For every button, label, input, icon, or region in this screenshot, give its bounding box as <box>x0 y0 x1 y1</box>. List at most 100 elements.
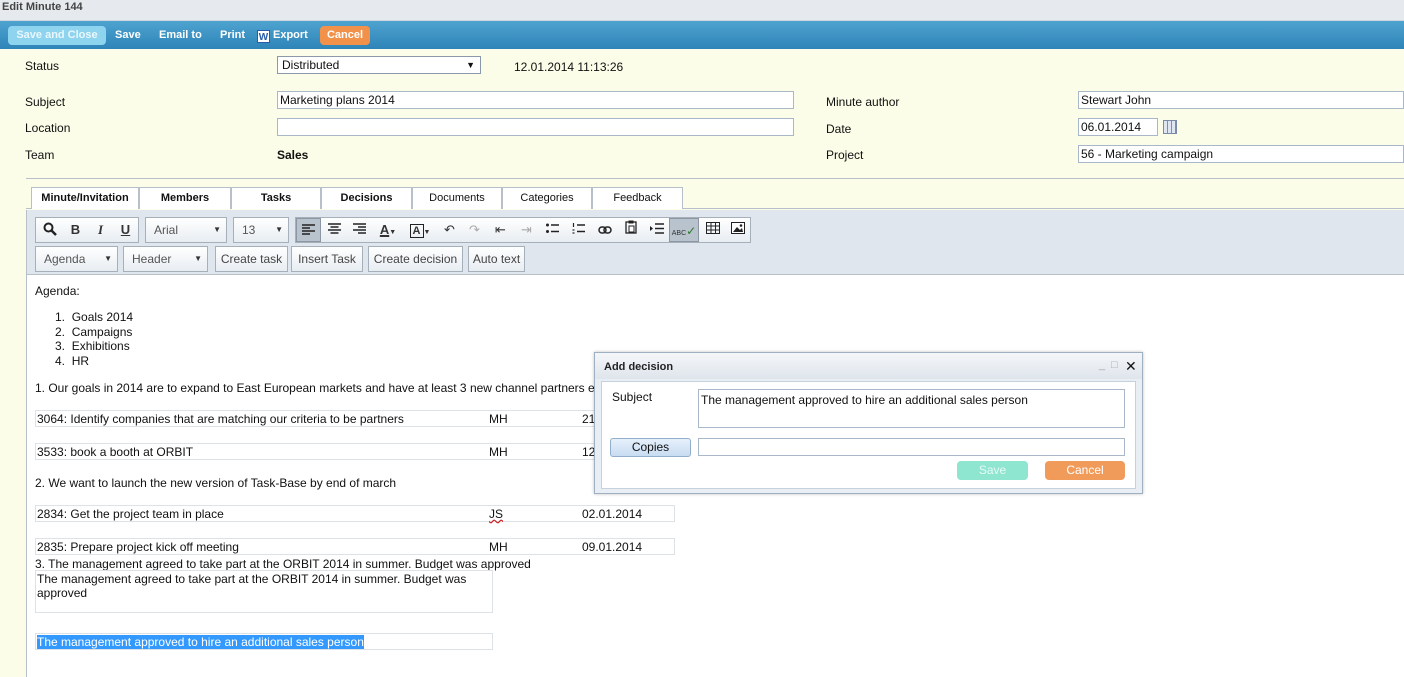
print-button[interactable]: Print <box>220 26 245 45</box>
tab-bar: Minute/Invitation Members Tasks Decision… <box>26 187 1404 209</box>
task-owner: MH <box>489 445 508 459</box>
team-value: Sales <box>277 148 309 162</box>
cancel-button[interactable]: Cancel <box>320 26 370 45</box>
spellcheck-icon[interactable]: ABC✓ <box>669 218 699 242</box>
tab-minute-invitation[interactable]: Minute/Invitation <box>31 187 139 209</box>
status-select[interactable]: Distributed ▼ <box>277 56 481 74</box>
minute-author-label: Minute author <box>826 95 900 109</box>
background-color-glyph: A <box>409 224 424 238</box>
project-field[interactable]: 56 - Marketing campaign <box>1078 145 1404 163</box>
decision-text-line: The management agreed to take part at th… <box>37 572 467 586</box>
bold-icon[interactable]: B <box>63 218 88 242</box>
dialog-header[interactable]: Add decision _ □ ✕ <box>595 353 1142 379</box>
dialog-cancel-button[interactable]: Cancel <box>1045 461 1125 480</box>
chevron-down-icon: ▼ <box>275 225 283 234</box>
tab-categories[interactable]: Categories <box>502 187 592 209</box>
header-dropdown[interactable]: Header ▼ <box>123 246 208 272</box>
agenda-heading: Agenda: <box>35 284 80 298</box>
align-right-icon[interactable] <box>347 218 372 242</box>
insert-task-button[interactable]: Insert Task <box>291 246 363 272</box>
decision-text-line: approved <box>37 586 88 600</box>
task-row[interactable]: 2835: Prepare project kick off meeting M… <box>35 538 675 555</box>
font-family-dropdown[interactable]: Arial ▼ <box>145 217 227 243</box>
dialog-body: Subject The management approved to hire … <box>601 381 1136 489</box>
font-size-dropdown[interactable]: 13 ▼ <box>233 217 289 243</box>
numbered-list-icon[interactable] <box>566 218 591 242</box>
maximize-icon[interactable]: □ <box>1111 359 1118 371</box>
list-item: 4. HR <box>55 354 90 368</box>
image-icon[interactable] <box>725 218 750 242</box>
status-label: Status <box>25 59 60 73</box>
background-color-icon[interactable]: A ▼ <box>406 218 434 242</box>
redo-icon[interactable]: ↷ <box>462 218 487 242</box>
task-date: 09.01.2014 <box>582 540 643 554</box>
location-field[interactable] <box>277 118 794 136</box>
undo-icon[interactable]: ↶ <box>437 218 462 242</box>
list-item: 2. Campaigns <box>55 325 133 339</box>
save-and-close-button[interactable]: Save and Close <box>8 26 106 45</box>
email-to-button[interactable]: Email to <box>159 26 202 45</box>
close-icon[interactable]: ✕ <box>1125 358 1137 375</box>
export-label: Export <box>273 29 308 41</box>
insert-row-icon[interactable] <box>644 218 669 242</box>
window-title: Edit Minute 144 <box>2 1 83 13</box>
decision-box[interactable]: The management approved to hire an addit… <box>35 633 493 650</box>
action-bar: Save and Close Save Email to Print W Expo… <box>0 21 1404 49</box>
list-item: 1. Goals 2014 <box>55 310 134 324</box>
task-row[interactable]: 2834: Get the project team in place JS 0… <box>35 505 675 522</box>
task-date: 02.01.2014 <box>582 507 643 521</box>
align-left-icon[interactable] <box>296 218 321 242</box>
date-field[interactable]: 06.01.2014 <box>1078 118 1158 136</box>
tab-documents[interactable]: Documents <box>412 187 502 209</box>
font-color-icon[interactable]: A▼ <box>374 218 402 242</box>
date-label: Date <box>826 122 852 136</box>
auto-text-button[interactable]: Auto text <box>468 246 525 272</box>
outdent-icon[interactable]: ⇤ <box>488 218 513 242</box>
subject-field[interactable]: Marketing plans 2014 <box>277 91 794 109</box>
underline-icon[interactable]: U <box>113 218 138 242</box>
create-task-button[interactable]: Create task <box>215 246 288 272</box>
search-icon[interactable] <box>37 218 62 242</box>
italic-icon[interactable]: I <box>88 218 113 242</box>
task-text: 2835: Prepare project kick off meeting <box>37 540 239 554</box>
tab-decisions[interactable]: Decisions <box>321 187 412 209</box>
create-decision-button[interactable]: Create decision <box>368 246 463 272</box>
decision-box[interactable]: The management agreed to take part at th… <box>35 570 493 613</box>
chevron-down-icon: ▼ <box>213 225 221 234</box>
dialog-subject-field[interactable]: The management approved to hire an addit… <box>698 389 1125 428</box>
minute-author-field[interactable]: Stewart John <box>1078 91 1404 109</box>
align-center-icon[interactable] <box>322 218 347 242</box>
paste-icon[interactable] <box>618 218 643 242</box>
chevron-down-icon: ▼ <box>104 254 112 263</box>
copies-button[interactable]: Copies <box>610 438 691 457</box>
spellcheck-glyph: ABC <box>671 230 687 237</box>
form-divider <box>26 178 1404 179</box>
word-icon: W <box>257 30 270 43</box>
subject-label: Subject <box>25 95 66 109</box>
paragraph-group: A▼ A ▼ ↶ ↷ ⇤ ⇥ ABC✓ <box>295 217 751 243</box>
task-owner: MH <box>489 412 508 426</box>
bullet-list-icon[interactable] <box>540 218 565 242</box>
font-size-value: 13 <box>242 223 256 237</box>
chevron-down-icon: ▼ <box>466 60 475 70</box>
minimize-icon[interactable]: _ <box>1099 359 1105 371</box>
dialog-subject-label: Subject <box>612 390 653 404</box>
save-button[interactable]: Save <box>115 26 141 45</box>
format-group: B I U <box>35 217 139 243</box>
tab-members[interactable]: Members <box>139 187 231 209</box>
tab-tasks[interactable]: Tasks <box>231 187 321 209</box>
agenda-dropdown[interactable]: Agenda ▼ <box>35 246 118 272</box>
tab-feedback[interactable]: Feedback <box>592 187 683 209</box>
calendar-icon[interactable] <box>1163 120 1177 134</box>
export-button[interactable]: W Export <box>257 26 308 45</box>
dialog-title: Add decision <box>604 361 674 373</box>
table-icon[interactable] <box>700 218 725 242</box>
team-label: Team <box>25 148 55 162</box>
task-row[interactable]: 3533: book a booth at ORBIT MH 12 <box>35 443 595 460</box>
link-icon[interactable] <box>592 218 617 242</box>
dialog-save-button[interactable]: Save <box>957 461 1028 480</box>
copies-field[interactable] <box>698 438 1125 456</box>
indent-icon[interactable]: ⇥ <box>514 218 539 242</box>
task-row[interactable]: 3064: Identify companies that are matchi… <box>35 410 595 427</box>
project-label: Project <box>826 148 864 162</box>
